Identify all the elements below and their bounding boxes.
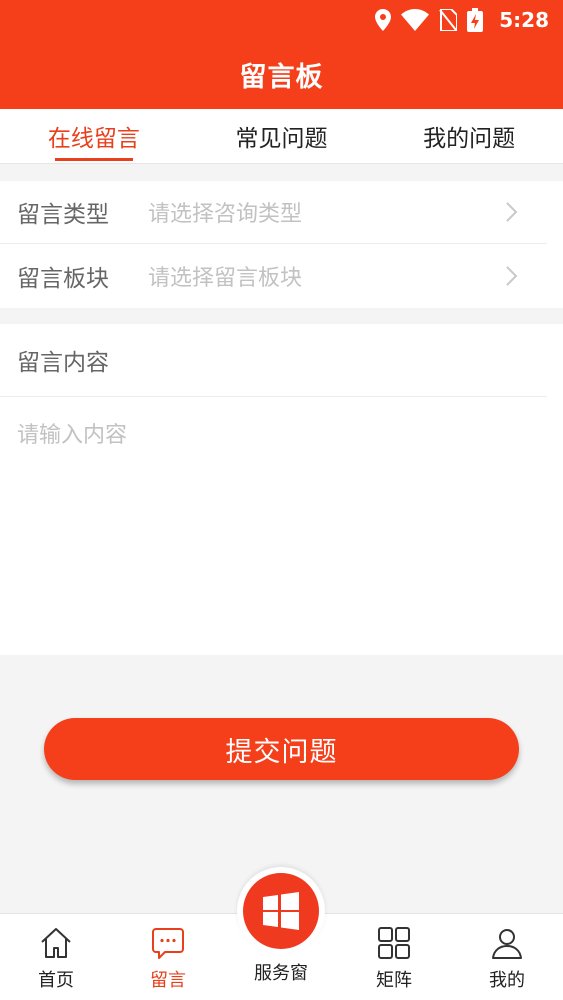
message-content-input[interactable] — [0, 397, 547, 637]
service-window-badge — [243, 873, 319, 949]
message-board-placeholder: 请选择留言板块 — [148, 265, 303, 291]
status-time: 5:28 — [499, 8, 549, 32]
nav-matrix-label: 矩阵 — [376, 970, 412, 991]
page-title: 留言板 — [239, 62, 324, 93]
nav-mine-label: 我的 — [489, 970, 525, 991]
nav-matrix[interactable]: 矩阵 — [338, 914, 450, 1000]
tab-bar: 在线留言 常见问题 我的问题 — [0, 109, 563, 164]
nav-mine[interactable]: 我的 — [451, 914, 563, 1000]
nav-message[interactable]: 留言 — [112, 914, 224, 1000]
no-sim-icon — [439, 9, 458, 31]
app-header: 留言板 — [0, 40, 563, 109]
message-board-label: 留言板块 — [17, 265, 109, 292]
service-window-button[interactable] — [237, 867, 325, 955]
nav-service-label: 服务窗 — [254, 963, 308, 984]
tab-faq[interactable]: 常见问题 — [188, 109, 376, 163]
message-content-label: 留言内容 — [0, 324, 547, 397]
home-icon — [41, 928, 71, 958]
message-form: 留言类型 请选择咨询类型 留言板块 请选择留言板块 — [0, 181, 563, 308]
chevron-right-icon — [506, 265, 518, 286]
submit-question-button[interactable]: 提交问题 — [44, 718, 519, 780]
location-icon — [375, 9, 392, 31]
chevron-right-icon — [506, 202, 518, 222]
message-board-select[interactable]: 留言板块 请选择留言板块 — [0, 244, 547, 307]
message-type-select[interactable]: 留言类型 请选择咨询类型 — [0, 181, 547, 244]
battery-charging-icon — [467, 8, 484, 32]
chat-bubble-icon — [152, 928, 184, 959]
message-content-section: 留言内容 — [0, 324, 563, 655]
message-type-label: 留言类型 — [17, 202, 109, 228]
message-type-placeholder: 请选择咨询类型 — [148, 202, 303, 227]
nav-message-label: 留言 — [150, 970, 186, 991]
tab-my-questions[interactable]: 我的问题 — [375, 109, 563, 163]
wifi-icon — [401, 9, 430, 31]
user-icon — [492, 929, 522, 959]
windows-logo-icon — [263, 892, 299, 930]
nav-home-label: 首页 — [38, 970, 74, 991]
grid-icon — [378, 927, 410, 959]
nav-home[interactable]: 首页 — [0, 914, 112, 1000]
nav-service-window[interactable]: 服务窗 — [226, 867, 336, 1000]
tab-online-message[interactable]: 在线留言 — [0, 109, 188, 163]
status-bar: 5:28 — [0, 0, 563, 40]
